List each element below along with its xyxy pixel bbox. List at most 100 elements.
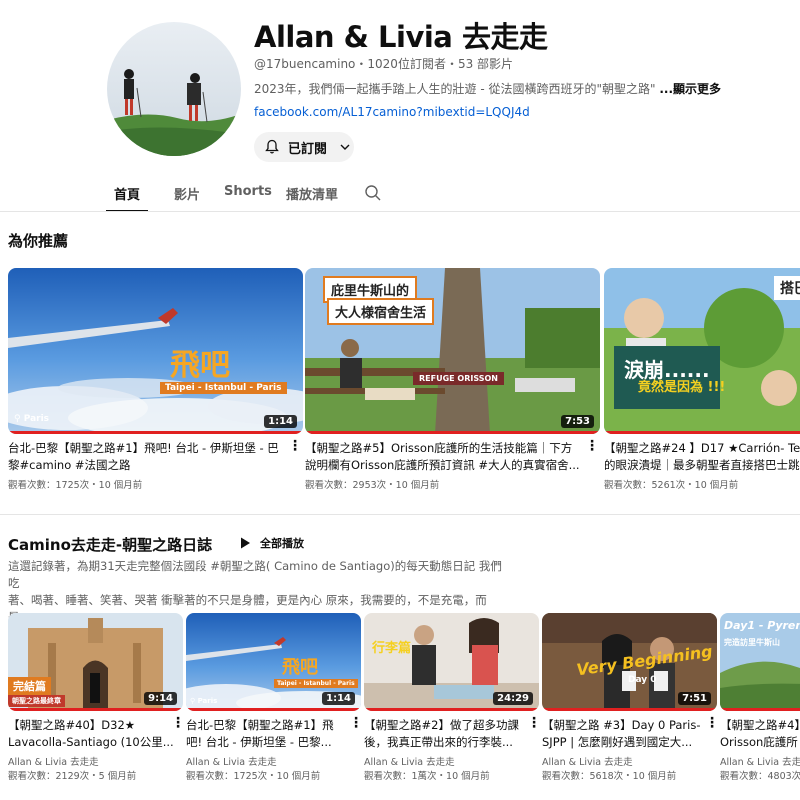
channel-link[interactable]: facebook.com/AL17camino?mibextid=LQQJ4d [254,105,530,119]
video-duration: 1:14 [264,415,297,428]
channel-description-text: 2023年，我們倆一起攜手踏上人生的壯遊 - 從法國橫跨西班牙的"朝聖之路" [254,82,660,96]
tabs-divider [0,211,800,212]
video-duration: 9:14 [144,692,177,705]
video-duration: 7:51 [678,692,711,705]
video-meta: 觀看次數：5618次・10 個月前 [542,771,677,782]
subscribed-label: 已訂閱 [288,141,328,157]
play-icon [241,537,250,549]
watch-progress-bar [8,431,303,434]
video-title-line[interactable]: 後，我真正帶出來的行李裝... [364,734,529,751]
play-all-button[interactable]: 全部播放 [238,535,304,551]
video-duration: 7:53 [561,415,594,428]
thumbnail-corner-label: Paris [23,414,50,424]
show-more-link[interactable]: ...顯示更多 [659,82,721,96]
watch-progress-bar [8,708,183,711]
video-thumbnail[interactable]: 淚崩...... 竟然是因為 !!! 搭巴 [604,268,800,434]
video-thumbnail[interactable]: Very Beginning Day 0 7:51 [542,613,717,711]
thumbnail-corner-label: Paris [197,697,218,705]
video-title-line[interactable]: 【朝聖之路#24 】D17 ★Carrión- Terra [604,440,800,457]
tab-videos[interactable]: 影片 [166,172,208,212]
channel-description[interactable]: 2023年，我們倆一起攜手踏上人生的壯遊 - 從法國橫跨西班牙的"朝聖之路" .… [254,80,721,97]
play-all-label: 全部播放 [260,537,304,550]
video-title-line[interactable]: 【朝聖之路#40】D32★ [8,717,173,734]
video-title-line[interactable]: 【朝聖之路#5】Orisson庇護所的生活技能篇｜下方 [305,440,583,457]
video-duration: 1:14 [322,692,355,705]
channel-meta: @17buencamino・1020位訂閱者・53 部影片 [254,57,514,71]
watch-progress-bar [364,708,539,711]
thumbnail-subtitle-text: 朝聖之路最終章 [8,695,65,707]
video-meta: 觀看次數：2953次・10 個月前 [305,480,440,491]
video-author[interactable]: Allan & Livia 去走走 [364,756,534,770]
thumbnail-location-text: ⚲ Paris [14,414,49,424]
more-actions-icon[interactable]: ⋮ [171,715,185,731]
video-title-line[interactable]: 的眼淚潰堤｜最多朝聖者直接搭巴士跳 [604,457,800,474]
video-meta: 觀看次數：1725次・10 個月前 [186,771,321,782]
channel-search-button[interactable] [364,172,382,206]
video-meta: 觀看次數：2129次・5 個月前 [8,771,137,782]
video-meta: 觀看次數：1萬次・10 個月前 [364,771,490,782]
video-thumbnail[interactable]: Day1 - Pyren 完造訪里牛斯山 [720,613,800,711]
video-title-line[interactable]: Lavacolla-Santiago (10公里... [8,734,173,751]
video-thumbnail[interactable]: 庇里牛斯山的 大人様宿舍生活 REFUGE ORISSON 7:53 [305,268,600,434]
watch-progress-bar [720,708,800,711]
video-author[interactable]: Allan & Livia 去走走 [186,756,356,770]
section-divider [0,514,800,515]
more-actions-icon[interactable]: ⋮ [705,715,719,731]
tab-home[interactable]: 首頁 [106,172,148,212]
video-card[interactable]: 飛吧 Taipei - Istanbul - Paris ⚲ Paris 1:1… [186,613,363,784]
video-meta: 觀看次數：4803次 [720,771,800,782]
bell-icon [265,139,279,154]
more-actions-icon[interactable]: ⋮ [527,715,541,731]
video-card[interactable]: 庇里牛斯山的 大人様宿舍生活 REFUGE ORISSON 7:53 【朝聖之路… [305,268,600,493]
video-title-line[interactable]: Orisson庇護所 | [720,734,800,751]
chevron-down-icon [340,144,350,150]
location-pin-icon: ⚲ [14,414,21,424]
video-card[interactable]: Very Beginning Day 0 7:51 【朝聖之路 #3】Day 0… [542,613,719,784]
thumbnail-title-text: 搭巴 [774,276,800,300]
location-pin-icon: ⚲ [190,697,196,705]
video-card[interactable]: 行李篇 24:29 【朝聖之路#2】做了超多功課 後，我真正帶出來的行李裝...… [364,613,541,784]
video-thumbnail[interactable]: 飛吧 Taipei - Istanbul - Paris ⚲ Paris 1:1… [8,268,303,434]
video-title-line[interactable]: 說明欄有Orisson庇護所預訂資訊 #大人的真實宿舍... [305,457,583,474]
thumbnail-subtitle-text: Taipei - Istanbul - Paris [160,382,287,394]
video-title-line[interactable]: 【朝聖之路#4】 [720,717,800,734]
search-icon [365,185,381,201]
channel-avatar[interactable] [107,22,241,156]
playlist-description-line: 這還記錄著，為期31天走完整個法國段 #朝聖之路( Camino de Sant… [8,559,502,590]
video-title-line[interactable]: 【朝聖之路#2】做了超多功課 [364,717,529,734]
video-thumbnail[interactable]: 行李篇 24:29 [364,613,539,711]
video-title-line[interactable]: 【朝聖之路 #3】Day 0 Paris- [542,717,707,734]
video-duration: 24:29 [493,692,533,705]
video-meta: 觀看次數：1725次・10 個月前 [8,480,143,491]
video-title-line[interactable]: SJPP | 怎麼剛好遇到國定大... [542,734,707,751]
thumbnail-title-text: 大人様宿舍生活 [327,298,435,325]
recommended-title: 為你推薦 [8,232,69,250]
video-title-line[interactable]: 台北-巴黎【朝聖之路#1】飛吧! 台北 - 伊斯坦堡 - 巴 [8,440,286,457]
video-meta: 觀看次數：5261次・10 個月前 [604,480,739,491]
video-card[interactable]: Day1 - Pyren 完造訪里牛斯山 【朝聖之路#4】 Orisson庇護所… [720,613,800,784]
watch-progress-bar [542,708,717,711]
tab-shorts[interactable]: Shorts [224,172,272,212]
more-actions-icon[interactable]: ⋮ [585,438,599,454]
thumbnail-subtitle-text: Taipei - Istanbul - Paris [274,679,358,688]
watch-progress-bar [186,708,361,711]
more-actions-icon[interactable]: ⋮ [288,438,302,454]
video-card[interactable]: 淚崩...... 竟然是因為 !!! 搭巴 【朝聖之路#24 】D17 ★Car… [604,268,800,493]
tab-playlists[interactable]: 播放清單 [282,172,342,212]
thumbnail-title-text: 飛吧 [282,657,318,678]
video-title-line[interactable]: 黎#camino #法國之路 [8,457,286,474]
thumbnail-title-text: Day1 - Pyren [724,619,800,632]
video-card[interactable]: 飛吧 Taipei - Istanbul - Paris ⚲ Paris 1:1… [8,268,303,493]
video-title-line[interactable]: 台北-巴黎【朝聖之路#1】飛 [186,717,351,734]
playlist-title[interactable]: Camino去走走-朝聖之路日誌 [8,534,212,555]
video-card[interactable]: 完結篇 朝聖之路最終章 9:14 【朝聖之路#40】D32★ Lavacolla… [8,613,185,784]
video-thumbnail[interactable]: 完結篇 朝聖之路最終章 9:14 [8,613,183,711]
video-thumbnail[interactable]: 飛吧 Taipei - Istanbul - Paris ⚲ Paris 1:1… [186,613,361,711]
subscribed-button[interactable]: 已訂閱 [254,132,354,162]
video-author[interactable]: Allan & Livia 去走走 [8,756,178,770]
channel-tabs: 首頁 影片 Shorts 播放清單 [106,172,382,212]
video-author[interactable]: Allan & Livia 去走走 [542,756,712,770]
video-title-line[interactable]: 吧! 台北 - 伊斯坦堡 - 巴黎... [186,734,351,751]
more-actions-icon[interactable]: ⋮ [349,715,363,731]
video-author[interactable]: Allan & Livia 去走走 [720,756,800,770]
